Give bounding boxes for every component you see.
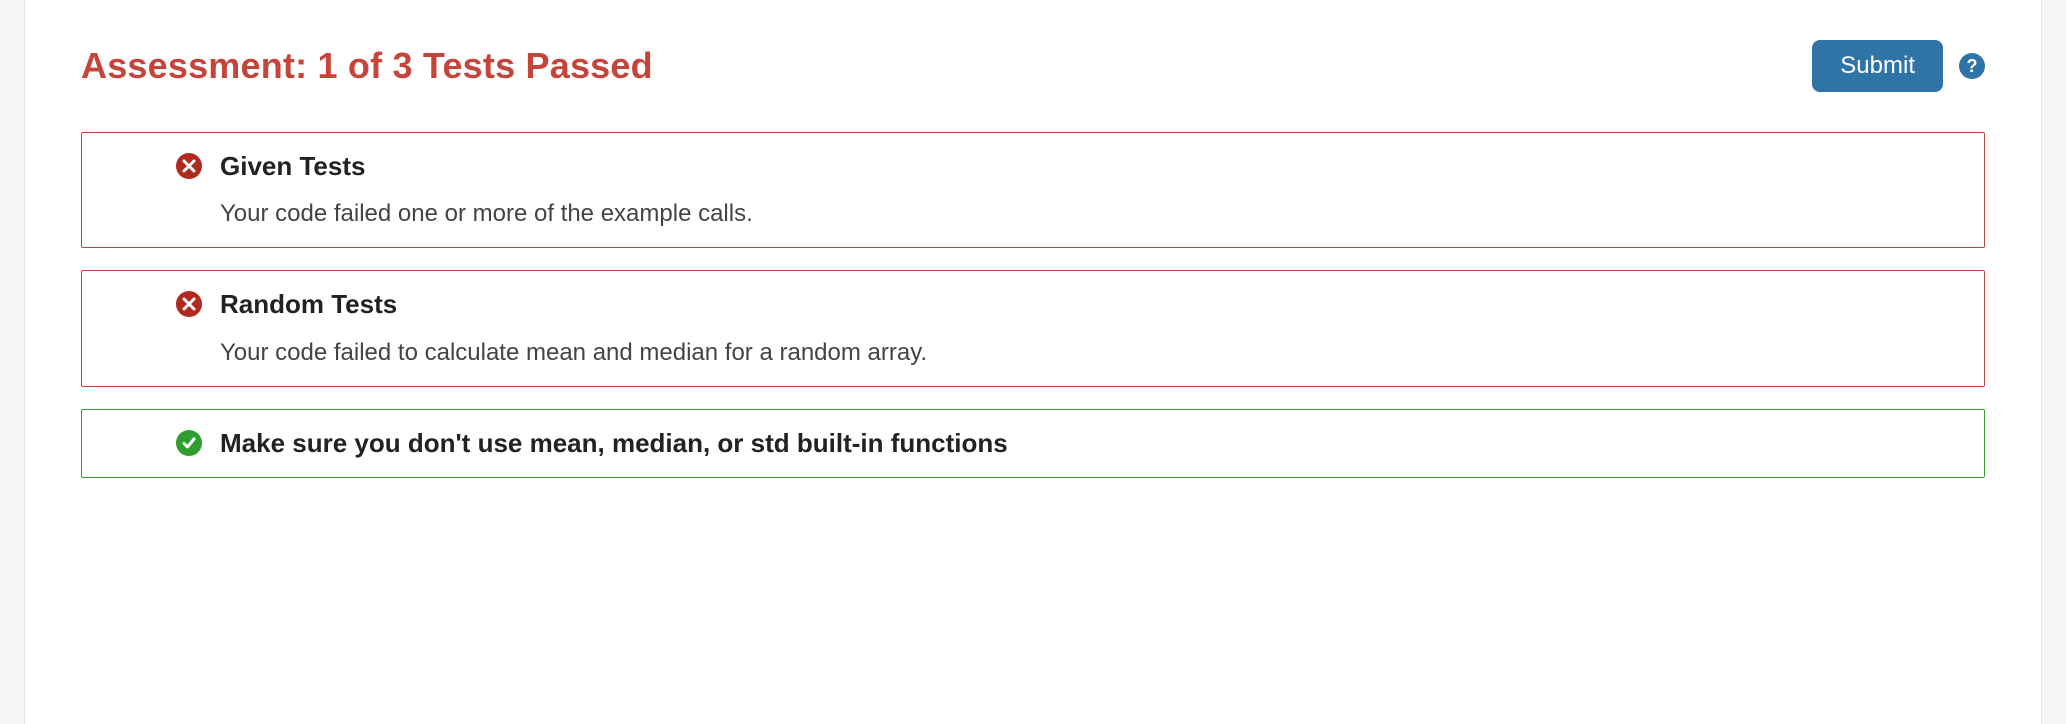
test-content: Given Tests Your code failed one or more… <box>220 151 1960 229</box>
fail-icon <box>176 153 202 179</box>
page-title: Assessment: 1 of 3 Tests Passed <box>81 45 653 87</box>
test-description: Your code failed one or more of the exam… <box>220 198 1960 229</box>
test-description: Your code failed to calculate mean and m… <box>220 337 1960 368</box>
submit-button[interactable]: Submit <box>1812 40 1943 92</box>
test-content: Random Tests Your code failed to calcula… <box>220 289 1960 367</box>
test-result-random-tests: Random Tests Your code failed to calcula… <box>81 270 1985 386</box>
pass-icon <box>176 430 202 456</box>
test-title: Make sure you don't use mean, median, or… <box>220 428 1960 459</box>
test-title: Given Tests <box>220 151 1960 182</box>
test-content: Make sure you don't use mean, median, or… <box>220 428 1960 459</box>
assessment-panel: Assessment: 1 of 3 Tests Passed Submit ?… <box>24 0 2042 724</box>
header-actions: Submit ? <box>1812 40 1985 92</box>
test-result-given-tests: Given Tests Your code failed one or more… <box>81 132 1985 248</box>
test-result-no-builtins: Make sure you don't use mean, median, or… <box>81 409 1985 478</box>
help-icon[interactable]: ? <box>1959 53 1985 79</box>
page: Assessment: 1 of 3 Tests Passed Submit ?… <box>0 0 2066 724</box>
test-title: Random Tests <box>220 289 1960 320</box>
fail-icon <box>176 291 202 317</box>
header-row: Assessment: 1 of 3 Tests Passed Submit ? <box>81 40 1985 92</box>
